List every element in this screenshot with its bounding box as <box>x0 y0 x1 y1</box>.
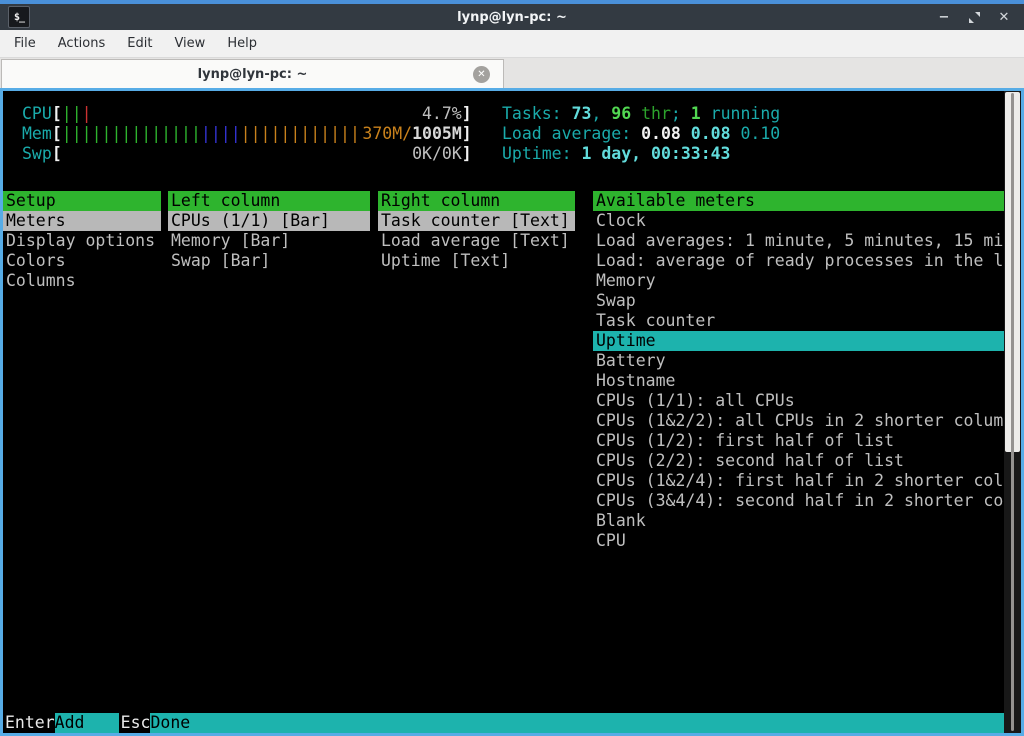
cpu-meter-ticks: ||| <box>62 104 92 124</box>
terminal-window: $_ lynp@lyn-pc: ~ − ✕ File Actions Edit … <box>0 0 1024 736</box>
terminal-content: CPU[|||4.7%] Mem[|||||||||||||||||||||||… <box>3 91 1004 733</box>
function-bar: Enter Add Esc Done <box>3 713 1004 733</box>
available-meter-item[interactable]: Hostname <box>593 371 1004 391</box>
tasks-count: 73 <box>572 104 592 123</box>
setup-item-colors[interactable]: Colors <box>3 251 161 271</box>
cpu-meter-label: CPU <box>22 104 52 123</box>
setup-item-display-options[interactable]: Display options <box>3 231 161 251</box>
menu-item-view[interactable]: View <box>163 32 216 55</box>
add-button[interactable]: Add <box>55 713 119 733</box>
titlebar[interactable]: $_ lynp@lyn-pc: ~ − ✕ <box>0 4 1024 30</box>
window-controls: − ✕ <box>937 10 1011 24</box>
done-button[interactable]: Done <box>150 713 1004 733</box>
memory-meter-label: Mem <box>22 124 52 143</box>
available-meter-item[interactable]: CPU <box>593 531 1004 551</box>
minimize-button[interactable]: − <box>937 10 951 24</box>
tab-close-icon[interactable]: ✕ <box>473 66 490 83</box>
available-meter-item[interactable]: Load averages: 1 minute, 5 minutes, 15 m… <box>593 231 1004 251</box>
available-meter-item[interactable]: Clock <box>593 211 1004 231</box>
memory-meter-value: 370M/1005M <box>362 124 461 144</box>
available-meter-item[interactable]: Task counter <box>593 311 1004 331</box>
left-column-title: Left column <box>168 191 370 211</box>
available-meter-item[interactable]: CPUs (1&2/2): all CPUs in 2 shorter colu… <box>593 411 1004 431</box>
esc-key-label: Esc <box>119 713 151 733</box>
menu-item-help[interactable]: Help <box>216 32 268 55</box>
right-column-item[interactable]: Uptime [Text] <box>378 251 575 271</box>
swap-meter: Swp[0K/0K] <box>22 144 472 164</box>
right-column-item[interactable]: Task counter [Text] <box>378 211 575 231</box>
swap-meter-label: Swp <box>22 144 52 163</box>
scrollbar[interactable] <box>1004 91 1021 733</box>
menu-item-actions[interactable]: Actions <box>47 32 117 55</box>
available-meters-title: Available meters <box>593 191 1004 211</box>
terminal-tab[interactable]: lynp@lyn-pc: ~ ✕ <box>1 59 504 89</box>
restore-icon <box>968 11 981 24</box>
available-meter-item[interactable]: CPUs (1&2/4): first half in 2 shorter co… <box>593 471 1004 491</box>
scrollbar-track-line <box>1011 93 1014 731</box>
available-meter-item[interactable]: Blank <box>593 511 1004 531</box>
right-column-item[interactable]: Load average [Text] <box>378 231 575 251</box>
right-column-panel: Right column Task counter [Text] Load av… <box>378 191 575 271</box>
window-title: lynp@lyn-pc: ~ <box>0 10 1024 25</box>
available-meter-item[interactable]: Load: average of ready processes in the … <box>593 251 1004 271</box>
close-button[interactable]: ✕ <box>997 10 1011 24</box>
memory-meter: Mem[||||||||||||||||||||||||||||||370M/1… <box>22 124 472 144</box>
menu-bar: File Actions Edit View Help <box>0 30 1024 58</box>
available-meter-item[interactable]: Swap <box>593 291 1004 311</box>
available-meter-item[interactable]: CPUs (3&4/4): second half in 2 shorter c… <box>593 491 1004 511</box>
tasks-line: Tasks: 73, 96 thr; 1 running <box>502 104 780 124</box>
memory-meter-ticks: |||||||||||||||||||||||||||||| <box>62 124 360 144</box>
running-count: 1 <box>691 104 701 123</box>
load-5min: 0.08 <box>691 124 731 143</box>
maximize-button[interactable] <box>967 10 981 24</box>
available-meter-item[interactable]: CPUs (2/2): second half of list <box>593 451 1004 471</box>
left-column-panel: Left column CPUs (1/1) [Bar] Memory [Bar… <box>168 191 370 271</box>
setup-panel: Setup Meters Display options Colors Colu… <box>3 191 161 291</box>
setup-item-meters[interactable]: Meters <box>3 211 161 231</box>
uptime-value: 1 day, 00:33:43 <box>581 144 730 163</box>
left-column-item[interactable]: Swap [Bar] <box>168 251 370 271</box>
terminal-app-icon: $_ <box>8 6 30 28</box>
threads-count: 96 <box>611 104 631 123</box>
uptime-line: Uptime: 1 day, 00:33:43 <box>502 144 731 164</box>
available-meter-item[interactable]: CPUs (1/1): all CPUs <box>593 391 1004 411</box>
load-1min: 0.08 <box>641 124 681 143</box>
cpu-meter-value: 4.7% <box>422 104 462 124</box>
available-meters-panel: Available meters Clock Load averages: 1 … <box>593 191 1004 551</box>
load-15min: 0.10 <box>740 124 780 143</box>
cpu-meter: CPU[|||4.7%] <box>22 104 472 124</box>
setup-panel-title: Setup <box>3 191 161 211</box>
left-column-item[interactable]: CPUs (1/1) [Bar] <box>168 211 370 231</box>
available-meter-item[interactable]: Memory <box>593 271 1004 291</box>
available-meter-item[interactable]: Battery <box>593 351 1004 371</box>
menu-item-edit[interactable]: Edit <box>116 32 163 55</box>
available-meter-item[interactable]: CPUs (1/2): first half of list <box>593 431 1004 451</box>
left-column-item[interactable]: Memory [Bar] <box>168 231 370 251</box>
available-meter-item-selected[interactable]: Uptime <box>593 331 1004 351</box>
tab-bar: lynp@lyn-pc: ~ ✕ <box>0 58 1024 88</box>
tab-title: lynp@lyn-pc: ~ <box>198 67 308 82</box>
load-average-line: Load average: 0.08 0.08 0.10 <box>502 124 780 144</box>
swap-meter-value: 0K/0K <box>412 144 462 164</box>
right-column-title: Right column <box>378 191 575 211</box>
setup-item-columns[interactable]: Columns <box>3 271 161 291</box>
terminal-frame: CPU[|||4.7%] Mem[|||||||||||||||||||||||… <box>0 88 1024 736</box>
menu-item-file[interactable]: File <box>3 32 47 55</box>
enter-key-label: Enter <box>3 713 55 733</box>
